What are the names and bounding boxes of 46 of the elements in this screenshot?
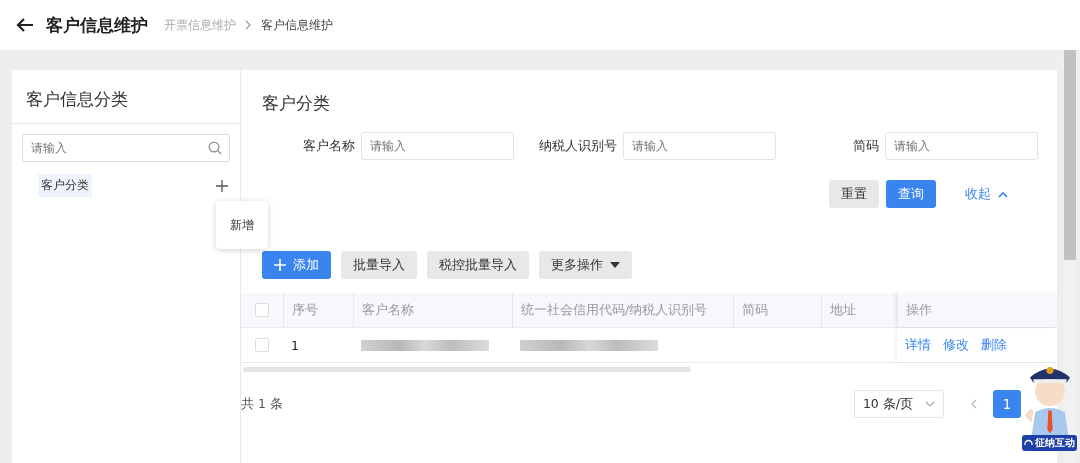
chevron-right-icon (245, 20, 252, 30)
collapse-link[interactable]: 收起 (953, 180, 1020, 208)
reset-button[interactable]: 重置 (829, 180, 879, 208)
page-button[interactable]: 1 (993, 390, 1021, 418)
chevron-left-icon[interactable] (970, 399, 977, 409)
search-field[interactable]: 请输入 (22, 134, 230, 162)
query-button[interactable]: 查询 (886, 180, 936, 208)
filter-label: 简码 (852, 137, 880, 155)
add-tooltip[interactable]: 新增 (216, 201, 268, 249)
headset-icon (1024, 438, 1033, 448)
row-action-link[interactable]: 删除 (981, 336, 1007, 354)
plus-icon (274, 259, 286, 271)
checkbox[interactable] (255, 303, 269, 317)
search-icon[interactable] (208, 141, 222, 155)
column-header: 简码 (742, 301, 768, 319)
column-header: 客户名称 (362, 301, 414, 319)
import-button[interactable]: 税控批量导入 (427, 251, 529, 279)
filter-input[interactable]: 请输入 (885, 132, 1038, 160)
caret-down-icon (610, 262, 620, 268)
sidebar-title: 客户信息分类 (25, 88, 129, 111)
page-size-select[interactable]: 10 条/页 (853, 390, 944, 418)
column-header: 序号 (292, 301, 318, 319)
page-title: 客户信息维护 (46, 13, 148, 37)
total-count: 共 1 条 (241, 395, 283, 413)
checkbox[interactable] (255, 338, 269, 352)
more-actions-dropdown[interactable]: 更多操作 (539, 251, 632, 279)
tree-item[interactable]: 客户分类 (38, 174, 92, 197)
section-title: 客户分类 (261, 92, 331, 115)
row-action-link[interactable]: 详情 (905, 336, 931, 354)
filter-label: 纳税人识别号 (538, 137, 618, 155)
filter-label: 客户名称 (302, 137, 356, 155)
filter-input[interactable]: 请输入 (361, 132, 514, 160)
filter-input[interactable]: 请输入 (623, 132, 776, 160)
back-arrow-icon[interactable] (16, 18, 34, 32)
chevron-down-icon (925, 401, 935, 407)
column-header: 地址 (830, 301, 856, 319)
breadcrumb-item: 客户信息维护 (261, 16, 333, 34)
add-button[interactable]: 添加 (262, 251, 331, 279)
scrollbar-thumb[interactable] (1064, 50, 1076, 260)
plus-icon[interactable] (216, 179, 228, 192)
row-action-link[interactable]: 修改 (943, 336, 969, 354)
table-cell: 1 (291, 337, 299, 353)
column-header: 操作 (906, 301, 932, 319)
import-button[interactable]: 批量导入 (341, 251, 417, 279)
assistant-label[interactable]: 征纳互动 (1022, 435, 1077, 451)
chevron-up-icon (998, 190, 1008, 198)
